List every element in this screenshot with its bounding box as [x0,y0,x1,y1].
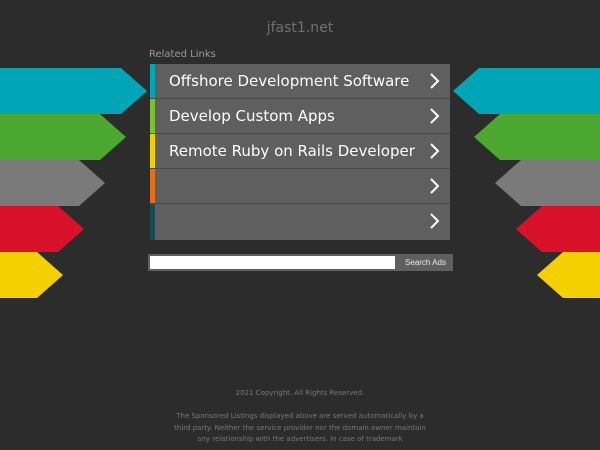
link-accent-bar [150,99,155,133]
link-accent-bar [150,169,155,203]
related-link-label: Remote Ruby on Rails Developer [169,142,415,160]
related-link-empty-5[interactable] [150,204,450,240]
right-arrow-red [516,206,600,252]
related-link-remote-ruby-on-rails-developer[interactable]: Remote Ruby on Rails Developer [150,134,450,169]
left-arrow-teal [0,68,147,114]
related-links-heading: Related Links [149,49,216,60]
chevron-right-icon [430,143,440,159]
related-links-panel: Offshore Development Software Develop Cu… [150,64,450,240]
related-link-label: Develop Custom Apps [169,107,335,125]
right-arrow-yellow [537,252,600,298]
related-link-develop-custom-apps[interactable]: Develop Custom Apps [150,99,450,134]
search-ads-button[interactable]: Search Ads [398,254,453,271]
related-link-offshore-development-software[interactable]: Offshore Development Software [150,64,450,99]
footer-copyright: 2021 Copyright. All Rights Reserved. [235,389,365,397]
chevron-right-icon [430,108,440,124]
link-accent-bar [150,134,155,168]
left-arrow-red [0,206,84,252]
left-arrow-yellow [0,252,63,298]
left-arrow-gray [0,160,105,206]
chevron-right-icon [430,73,440,89]
right-arrow-teal [453,68,600,114]
link-accent-bar [150,204,155,240]
right-arrow-green [474,114,600,160]
related-link-empty-4[interactable] [150,169,450,204]
site-domain-title: jfast1.net [266,20,334,36]
related-link-label: Offshore Development Software [169,72,410,90]
left-arrow-green [0,114,126,160]
link-accent-bar [150,64,155,98]
chevron-right-icon [430,178,440,194]
chevron-right-icon [430,213,440,229]
search-input[interactable] [150,256,395,269]
footer-disclaimer: The Sponsored Listings displayed above a… [174,412,426,443]
right-arrow-gray [495,160,600,206]
search-ads-bar: Search Ads [148,254,453,271]
